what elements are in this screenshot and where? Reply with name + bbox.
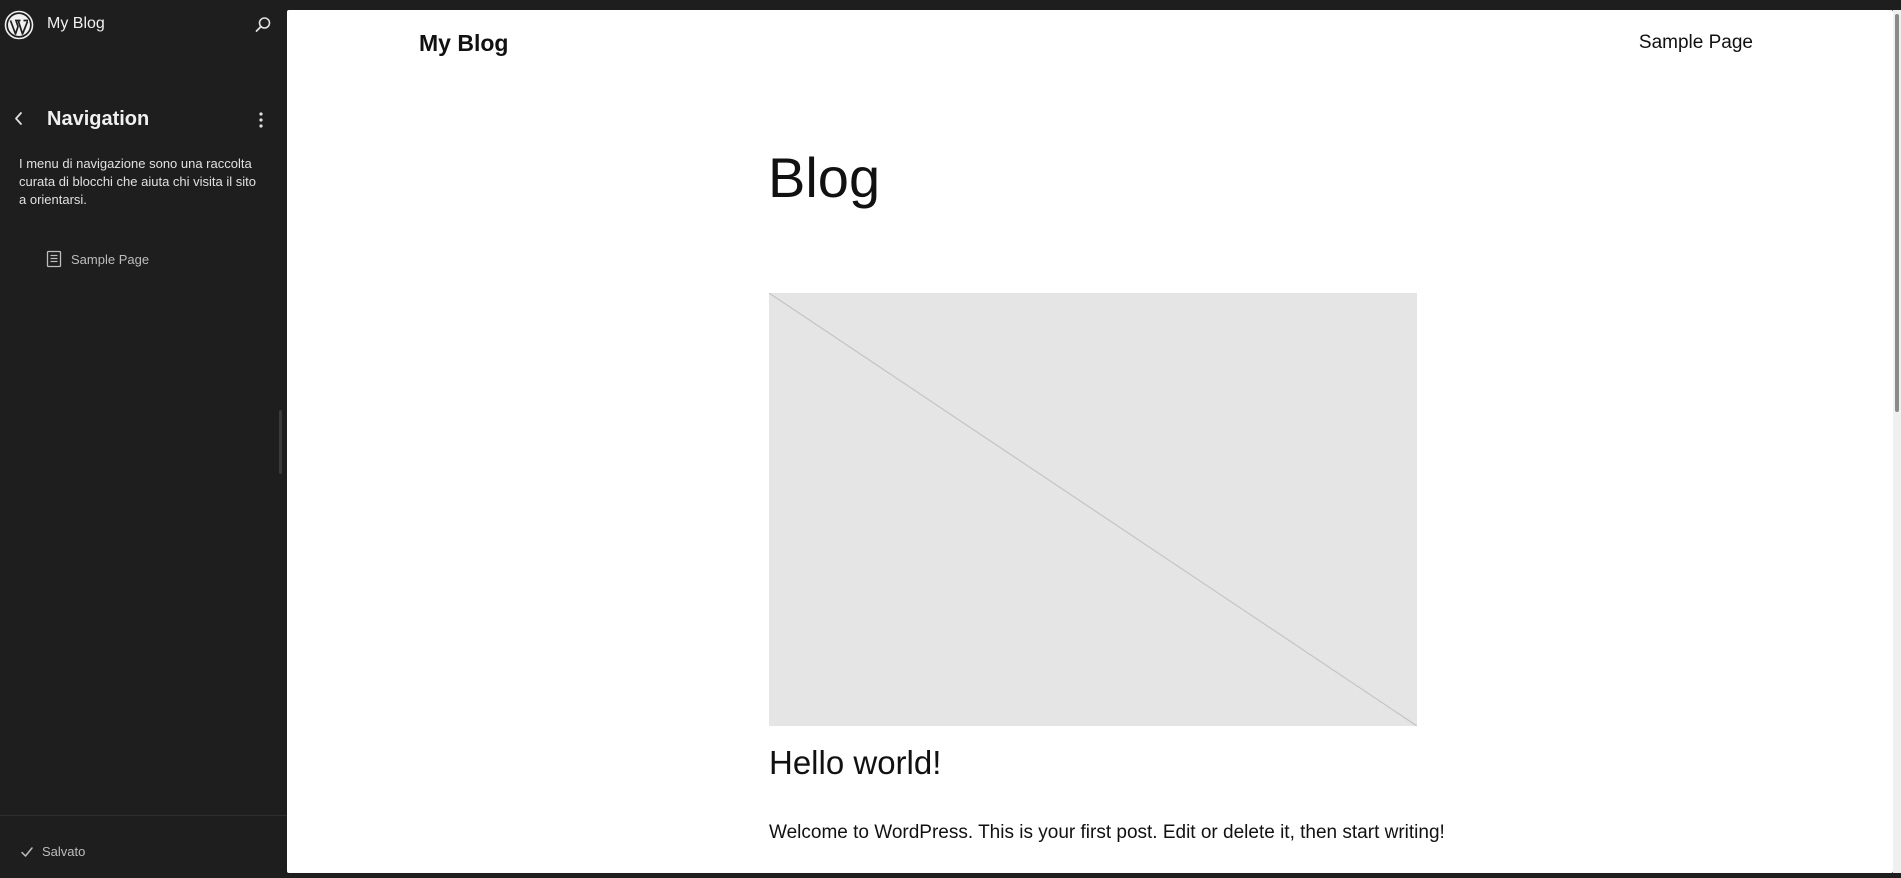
- sidebar: My Blog Navigation I menu di navigazione…: [0, 0, 287, 878]
- more-vertical-icon[interactable]: [251, 108, 271, 132]
- menu-item-sample-page[interactable]: Sample Page: [46, 247, 149, 271]
- wordpress-logo-icon[interactable]: [4, 10, 34, 40]
- page-icon: [46, 250, 62, 268]
- site-title[interactable]: My Blog: [47, 15, 105, 33]
- sidebar-footer: Salvato: [0, 815, 287, 878]
- menu-item-label: Sample Page: [71, 251, 150, 267]
- scrollbar-thumb[interactable]: [1895, 14, 1899, 412]
- editor-canvas[interactable]: My Blog Sample Page Blog Hello world! We…: [287, 10, 1893, 873]
- chevron-left-icon[interactable]: [8, 108, 30, 130]
- navigation-link-sample-page[interactable]: Sample Page: [1639, 32, 1753, 54]
- site-title-block[interactable]: My Blog: [419, 30, 508, 57]
- page-heading: Blog: [768, 146, 881, 209]
- check-icon: [20, 845, 34, 859]
- navigation-description: I menu di navigazione sono una raccolta …: [19, 156, 257, 207]
- save-status-label: Salvato: [42, 844, 86, 859]
- featured-image-placeholder[interactable]: [769, 293, 1417, 726]
- navigation-header: Navigation: [0, 104, 287, 136]
- post-title[interactable]: Hello world!: [769, 744, 941, 782]
- sidebar-header: My Blog: [0, 0, 287, 50]
- search-icon[interactable]: [252, 14, 274, 36]
- resize-handle[interactable]: [279, 410, 282, 474]
- post-excerpt: Welcome to WordPress. This is your first…: [769, 822, 1445, 843]
- save-status: Salvato: [20, 844, 85, 859]
- navigation-title: Navigation: [47, 108, 150, 130]
